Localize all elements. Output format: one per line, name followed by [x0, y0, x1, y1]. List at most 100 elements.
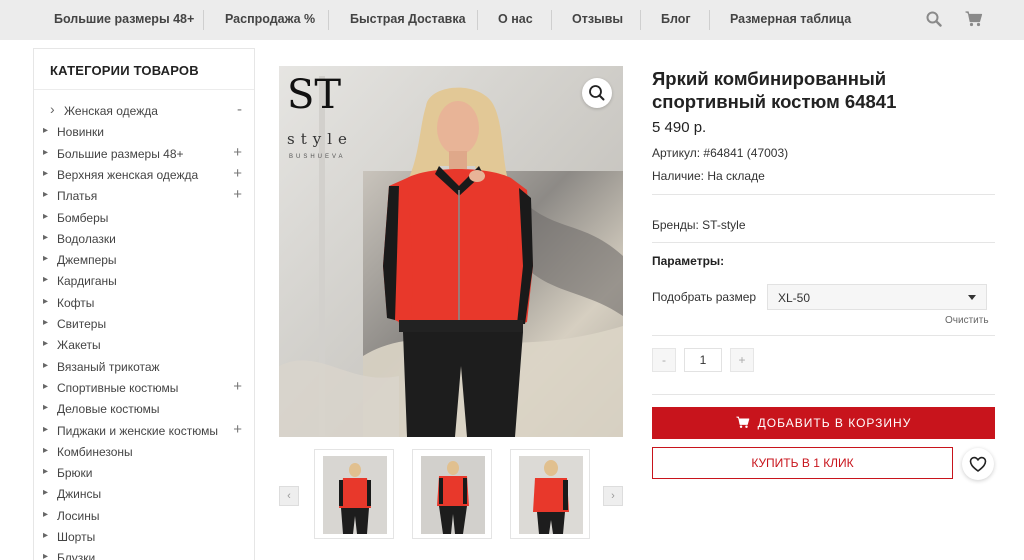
buy-one-click-button[interactable]: КУПИТЬ В 1 КЛИК: [652, 447, 953, 479]
chevron-right-icon: ▸: [43, 551, 49, 560]
top-navigation: Большие размеры 48+ Распродажа % Быстрая…: [0, 0, 1024, 40]
product-thumbnail[interactable]: [510, 449, 590, 539]
chevron-right-icon: ▸: [43, 253, 49, 265]
thumb-prev-button[interactable]: ‹: [279, 486, 299, 506]
divider: [652, 194, 995, 195]
chevron-right-icon: ▸: [43, 317, 49, 328]
add-to-cart-label: ДОБАВИТЬ В КОРЗИНУ: [757, 416, 912, 430]
product-price: 5 490 р.: [652, 119, 707, 136]
category-sidebar: КАТЕГОРИИ ТОВАРОВ › Женская одежда - ▸ Новин…: [33, 48, 255, 560]
chevron-right-icon: ▸: [43, 231, 49, 243]
sidebar-category-item[interactable]: ▸ Брюки: [34, 463, 254, 483]
nav-separator: [477, 10, 478, 30]
wishlist-button[interactable]: [962, 448, 994, 480]
sidebar-category-label: Кардиганы: [57, 274, 117, 289]
sidebar-category-item[interactable]: ▸ Шорты: [34, 527, 254, 547]
chevron-right-icon: ▸: [43, 359, 49, 371]
size-select[interactable]: XL-50: [767, 284, 987, 310]
sidebar-category-item[interactable]: ▸ Джемперы: [34, 250, 254, 270]
sidebar-category-item[interactable]: ▸ Кардиганы: [34, 271, 254, 291]
quantity-increase-button[interactable]: +: [730, 348, 754, 372]
sidebar-category-label: Свитеры: [57, 317, 107, 331]
chevron-right-icon: ▸: [43, 487, 49, 499]
nav-item-fast-delivery[interactable]: Быстрая Доставка: [350, 0, 466, 40]
sidebar-category-item[interactable]: ▸ Деловые костюмы: [34, 399, 254, 419]
quantity-input[interactable]: 1: [684, 348, 722, 372]
sidebar-category-label: Брюки: [57, 466, 93, 481]
sidebar-category-label: Лосины: [57, 508, 100, 523]
quantity-decrease-button[interactable]: -: [652, 348, 676, 372]
sidebar-category-item[interactable]: ▸ Блузки: [34, 548, 254, 560]
sidebar-category-item[interactable]: ▸ Вязаный трикотаж: [34, 357, 254, 377]
sidebar-category-label: Джинсы: [57, 487, 102, 502]
expand-toggle[interactable]: +: [233, 186, 242, 204]
sidebar-category-item[interactable]: › Женская одежда -: [34, 101, 254, 121]
sidebar-category-label: Бомберы: [57, 210, 109, 225]
sidebar-category-label: Большие размеры 48+: [57, 146, 184, 161]
magnifier-icon: [589, 85, 605, 101]
sidebar-category-item[interactable]: ▸ Лосины: [34, 506, 254, 526]
sidebar-category-item[interactable]: ▸ Пиджаки и женские костюмы +: [34, 421, 254, 441]
chevron-right-icon: ▸: [43, 423, 49, 435]
sidebar-category-item[interactable]: ▸ Спортивные костюмы +: [34, 378, 254, 398]
product-thumbnail[interactable]: [314, 449, 394, 539]
sidebar-category-label: Деловые костюмы: [57, 402, 160, 417]
sidebar-category-item[interactable]: ▸ Джинсы: [34, 484, 254, 504]
chevron-right-icon: ▸: [43, 295, 49, 307]
expand-toggle[interactable]: +: [233, 421, 242, 439]
expand-toggle[interactable]: +: [233, 165, 242, 183]
clear-selection-link[interactable]: Очистить: [945, 315, 989, 326]
chevron-right-icon: ▸: [43, 210, 49, 222]
sidebar-category-item[interactable]: ▸ Кофты: [34, 293, 254, 313]
sidebar-category-label: Жакеты: [57, 338, 101, 353]
nav-separator: [328, 10, 329, 30]
chevron-right-icon: ▸: [43, 338, 49, 350]
cart-icon: [736, 416, 749, 429]
sidebar-category-label: Пиджаки и женские костюмы: [57, 423, 218, 438]
sidebar-category-item[interactable]: ▸ Свитеры: [34, 314, 254, 334]
sidebar-category-item[interactable]: ▸ Жакеты: [34, 335, 254, 355]
product-main-image[interactable]: ST style BUSHUEVA: [279, 66, 623, 437]
sidebar-category-item[interactable]: ▸ Большие размеры 48+ +: [34, 144, 254, 164]
thumb-next-button[interactable]: ›: [603, 486, 623, 506]
expand-toggle[interactable]: +: [233, 144, 242, 162]
sidebar-category-label: Женская одежда: [64, 104, 158, 118]
sidebar-category-label: Платья: [57, 189, 98, 204]
svg-text:ST: ST: [287, 72, 341, 118]
sidebar-category-label: Комбинезоны: [57, 444, 133, 459]
search-icon[interactable]: [926, 11, 942, 32]
sidebar-category-label: Новинки: [57, 125, 104, 140]
product-title: Яркий комбинированный спортивный костюм …: [652, 68, 897, 112]
add-to-cart-button[interactable]: ДОБАВИТЬ В КОРЗИНУ: [652, 407, 995, 439]
nav-item-reviews[interactable]: Отзывы: [572, 0, 623, 40]
sidebar-category-label: Верхняя женская одежда: [57, 167, 199, 182]
collapse-toggle[interactable]: -: [237, 101, 242, 119]
nav-item-size-chart[interactable]: Размерная таблица: [730, 0, 851, 40]
chevron-right-icon: ▸: [43, 530, 49, 541]
expand-toggle[interactable]: +: [233, 378, 242, 396]
nav-separator: [709, 10, 710, 30]
chevron-right-icon: ▸: [43, 466, 49, 478]
nav-item-about[interactable]: О нас: [498, 0, 533, 40]
divider: [652, 394, 995, 395]
product-brand-link[interactable]: Бренды: ST-style: [652, 218, 746, 232]
caret-down-icon: [968, 295, 976, 300]
cart-icon[interactable]: [965, 11, 983, 32]
product-availability: Наличие: На складе: [652, 169, 765, 183]
nav-item-blog[interactable]: Блог: [661, 0, 691, 40]
chevron-right-icon: ▸: [43, 402, 49, 414]
divider: [652, 242, 995, 243]
sidebar-category-label: Вязаный трикотаж: [57, 359, 160, 374]
sidebar-category-item[interactable]: ▸ Новинки: [34, 122, 254, 142]
nav-item-plus-sizes[interactable]: Большие размеры 48+: [54, 0, 194, 40]
nav-item-sale[interactable]: Распродажа %: [225, 0, 315, 40]
sidebar-category-item[interactable]: ▸ Бомберы: [34, 208, 254, 228]
sidebar-category-item[interactable]: ▸ Верхняя женская одежда +: [34, 165, 254, 185]
sidebar-category-item[interactable]: ▸ Платья +: [34, 186, 254, 206]
product-thumbnail[interactable]: [412, 449, 492, 539]
chevron-right-icon: ▸: [43, 444, 49, 456]
sidebar-category-item[interactable]: ▸ Водолазки: [34, 229, 254, 249]
sidebar-category-item[interactable]: ▸ Комбинезоны: [34, 442, 254, 462]
zoom-button[interactable]: [582, 78, 612, 108]
sidebar-category-label: Спортивные костюмы: [57, 380, 179, 395]
